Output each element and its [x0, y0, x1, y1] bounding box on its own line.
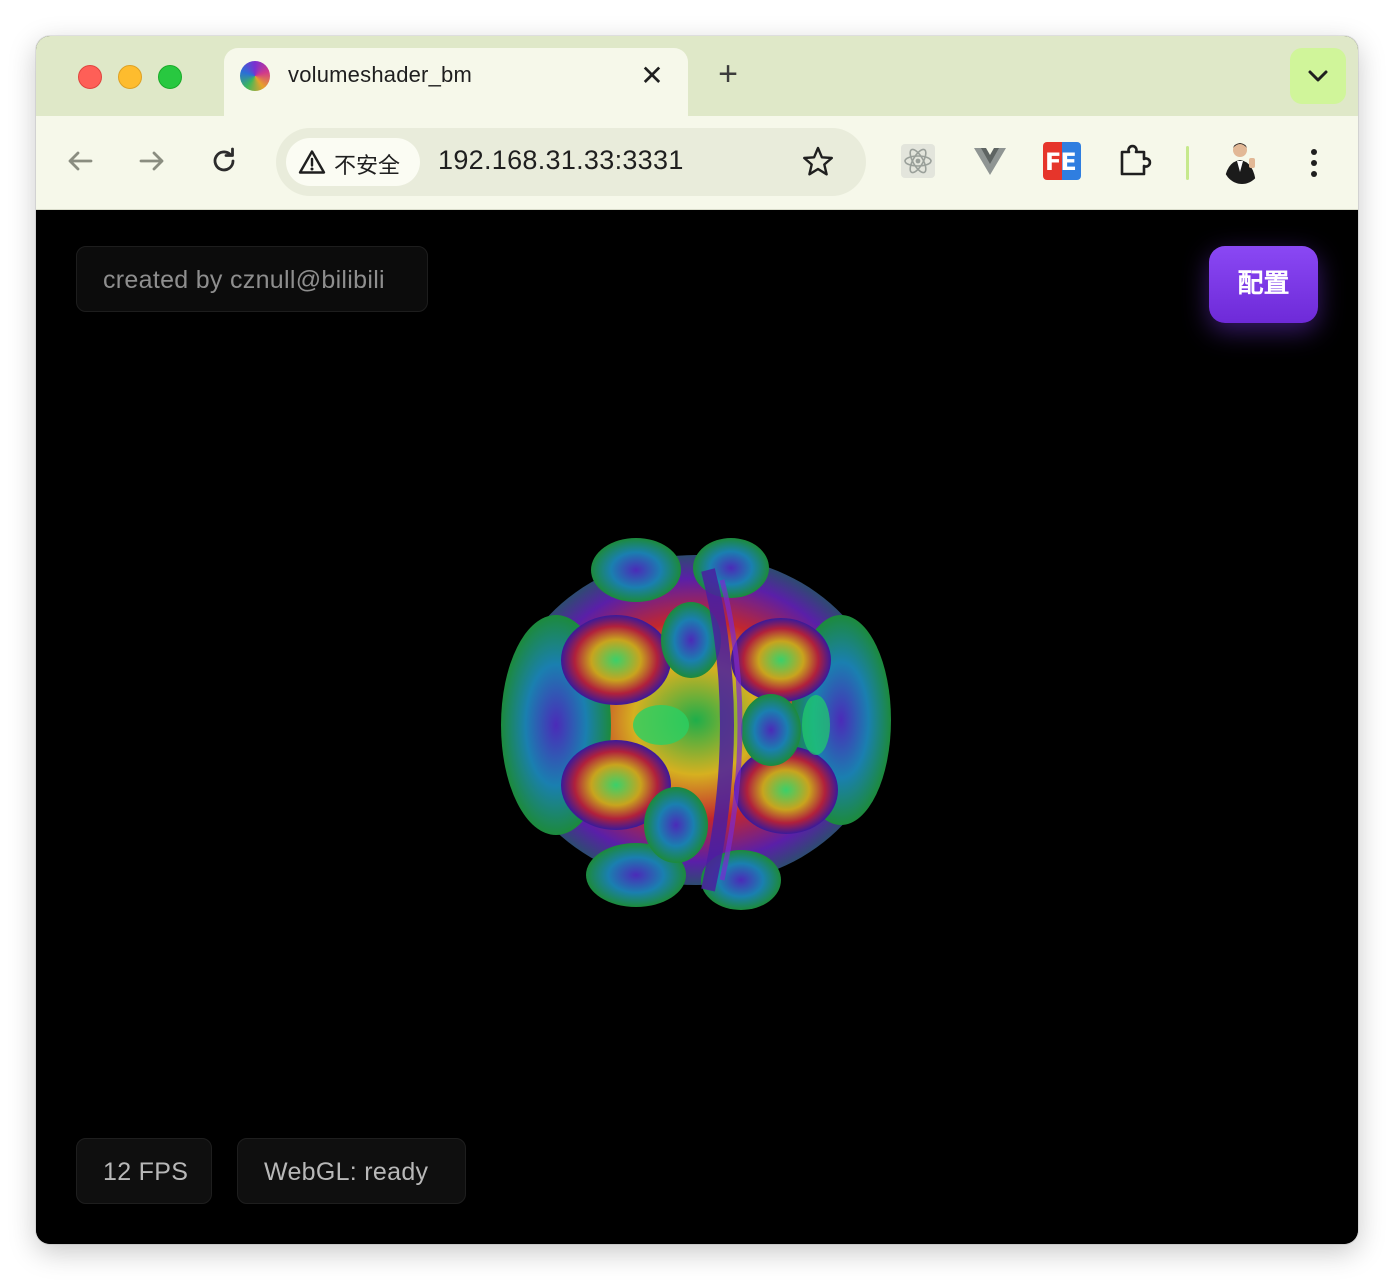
fps-counter: 12 FPS — [76, 1138, 212, 1204]
minimize-window-button[interactable] — [118, 65, 142, 89]
vue-devtools-icon[interactable] — [971, 142, 1009, 180]
url-text[interactable]: 192.168.31.33:3331 — [438, 145, 684, 176]
tab-strip: volumeshader_bm ✕ + — [36, 36, 1358, 116]
bookmark-star-icon[interactable] — [800, 144, 836, 180]
credit-badge: created by cznull@bilibili — [76, 246, 428, 312]
close-window-button[interactable] — [78, 65, 102, 89]
profile-avatar-icon — [1224, 143, 1256, 184]
favicon-icon — [240, 61, 270, 91]
chevron-down-icon — [1308, 70, 1328, 82]
toolbar-divider — [1186, 146, 1189, 180]
forward-button[interactable] — [135, 144, 169, 178]
tab-search-button[interactable] — [1290, 48, 1346, 104]
fps-text: 12 FPS — [103, 1158, 189, 1186]
config-button[interactable]: 配置 — [1209, 246, 1318, 323]
address-bar[interactable]: 不安全 192.168.31.33:3331 — [276, 128, 866, 196]
fehelper-icon[interactable]: FE — [1043, 142, 1081, 180]
reload-button[interactable] — [207, 144, 241, 178]
mandelbulb-render — [496, 530, 896, 920]
webgl-status-text: WebGL: ready — [264, 1158, 429, 1186]
tab-title: volumeshader_bm — [288, 62, 472, 87]
webgl-status-badge: WebGL: ready — [237, 1138, 466, 1204]
fractal-graphic — [501, 538, 891, 910]
browser-window: volumeshader_bm ✕ + 不安全 192.168.31.33:33… — [36, 36, 1358, 1244]
tab-close-icon[interactable]: ✕ — [636, 60, 668, 92]
react-devtools-icon[interactable] — [899, 142, 937, 180]
back-button[interactable] — [63, 144, 97, 178]
new-tab-button[interactable]: + — [710, 56, 746, 92]
zoom-window-button[interactable] — [158, 65, 182, 89]
warning-triangle-icon — [298, 150, 326, 174]
extensions-puzzle-icon[interactable] — [1116, 142, 1154, 180]
browser-toolbar: 不安全 192.168.31.33:3331 FE — [36, 116, 1358, 210]
profile-avatar[interactable] — [1222, 138, 1262, 184]
credit-text: created by cznull@bilibili — [103, 266, 385, 294]
fehelper-label: FE — [1045, 148, 1077, 176]
webgl-canvas[interactable]: created by cznull@bilibili 配置 12 FPS Web… — [36, 210, 1358, 1244]
tab-volumeshader[interactable]: volumeshader_bm ✕ — [224, 48, 688, 116]
security-label: 不安全 — [334, 154, 401, 179]
security-chip[interactable]: 不安全 — [286, 138, 420, 186]
kebab-menu-icon[interactable] — [1298, 144, 1330, 182]
